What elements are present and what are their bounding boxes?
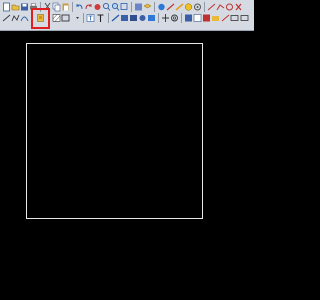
erase-icon[interactable] [221,13,230,23]
trim-icon[interactable] [184,13,193,23]
close-icon[interactable] [234,2,243,12]
new-icon[interactable] [2,2,11,12]
undo-icon[interactable] [75,2,84,12]
chevron-down-icon[interactable] [73,13,82,23]
move-icon[interactable] [120,13,129,23]
offset-icon[interactable] [170,13,179,23]
line-tool-icon[interactable] [207,2,216,12]
drawn-rectangle[interactable] [26,43,203,219]
fillet-icon[interactable] [202,13,211,23]
dimension-icon[interactable] [111,13,120,23]
mirror-icon[interactable] [161,13,170,23]
polyline-tool-icon[interactable] [216,2,225,12]
zoom-out-icon[interactable] [111,2,120,12]
rotate-icon[interactable] [129,13,138,23]
zoom-in-icon[interactable] [102,2,111,12]
copy-icon[interactable] [52,2,61,12]
circle-tool-icon[interactable] [225,2,234,12]
zoom-window-icon[interactable] [120,2,129,12]
copy-object-icon[interactable] [147,13,156,23]
layer-icon[interactable] [143,2,152,12]
polyline-icon[interactable] [11,13,20,23]
color-icon[interactable] [157,2,166,12]
pan-icon[interactable] [93,2,102,12]
line-icon[interactable] [2,13,11,23]
settings-icon[interactable] [193,2,202,12]
rectangle-icon[interactable] [61,13,70,23]
arc-icon[interactable] [20,13,29,23]
properties-icon[interactable] [134,2,143,12]
chamfer-icon[interactable] [211,13,220,23]
lineweight-icon[interactable] [175,2,184,12]
explode-icon[interactable] [230,13,239,23]
mtext-icon[interactable] [86,13,95,23]
extend-icon[interactable] [193,13,202,23]
paste-icon[interactable] [61,2,70,12]
help-icon[interactable] [184,2,193,12]
hatch-icon[interactable] [52,13,61,23]
save-icon[interactable] [20,2,29,12]
toolbar-overflow-icon[interactable] [240,13,249,23]
highlighted-block-button-marker [31,8,50,29]
redo-icon[interactable] [84,2,93,12]
toolbar-area [0,0,254,31]
open-icon[interactable] [11,2,20,12]
scale-icon[interactable] [138,13,147,23]
linetype-icon[interactable] [166,2,175,12]
text-icon[interactable] [96,13,105,23]
